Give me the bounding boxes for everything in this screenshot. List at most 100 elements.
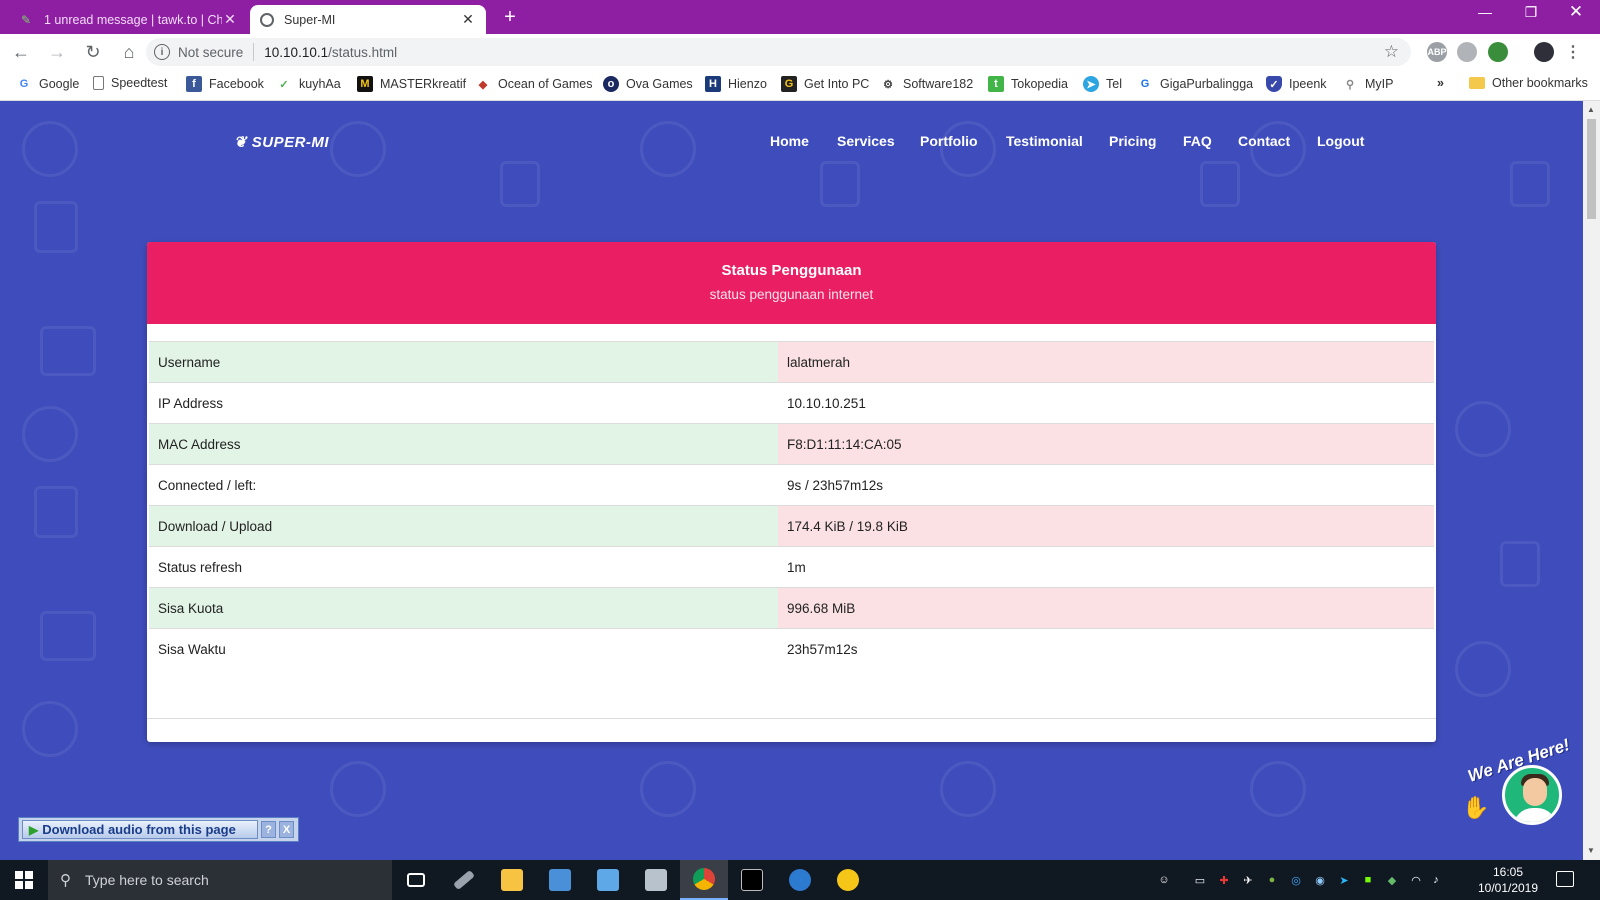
- forward-icon[interactable]: →: [42, 37, 72, 67]
- site-logo[interactable]: ❦ SUPER-MI: [234, 133, 329, 151]
- background-doodle: [1510, 161, 1550, 207]
- scroll-up-icon[interactable]: ▲: [1587, 105, 1595, 114]
- bookmark-label: Facebook: [209, 77, 264, 91]
- action-center-icon[interactable]: [1556, 871, 1574, 887]
- nvidia-icon[interactable]: ■: [1360, 872, 1376, 888]
- nav-contact[interactable]: Contact: [1238, 133, 1290, 149]
- nav-faq[interactable]: FAQ: [1183, 133, 1212, 149]
- nav-home[interactable]: Home: [770, 133, 809, 149]
- usb-icon[interactable]: [440, 860, 488, 900]
- bookmark-tel[interactable]: ➤ Tel: [1083, 76, 1122, 92]
- tab-tawk[interactable]: ✎ 1 unread message | tawk.to | Chat ✕: [8, 5, 248, 34]
- bookmark-ova-games[interactable]: o Ova Games: [603, 76, 693, 92]
- people-icon[interactable]: ☺: [1156, 872, 1172, 888]
- close-tab-icon[interactable]: ✕: [460, 11, 476, 28]
- bookmark-facebook[interactable]: f Facebook: [186, 76, 264, 92]
- chat-avatar[interactable]: [1502, 765, 1562, 825]
- task-view-icon[interactable]: [392, 860, 440, 900]
- chrome-icon[interactable]: [680, 860, 728, 900]
- nav-services[interactable]: Services: [837, 133, 895, 149]
- start-button[interactable]: [0, 860, 48, 900]
- page-scrollbar[interactable]: ▲ ▼: [1583, 101, 1600, 860]
- wings-icon: ❦: [234, 134, 248, 151]
- bookmark-tokopedia[interactable]: t Tokopedia: [988, 76, 1068, 92]
- download-audio-button[interactable]: ▶ Download audio from this page: [22, 820, 258, 839]
- restore-icon[interactable]: ❐: [1509, 4, 1553, 21]
- row-label: IP Address: [149, 382, 778, 424]
- nav-testimonial[interactable]: Testimonial: [1006, 133, 1083, 149]
- background-doodle: [1455, 401, 1511, 457]
- info-icon[interactable]: i: [154, 44, 170, 60]
- menu-icon[interactable]: ⋮: [1563, 42, 1583, 62]
- winbox-icon[interactable]: [776, 860, 824, 900]
- background-doodle: [1500, 541, 1540, 587]
- close-button[interactable]: X: [279, 821, 294, 838]
- system-clock[interactable]: 16:05 10/01/2019: [1474, 864, 1542, 896]
- bookmark-ipeenk[interactable]: ✓ Ipeenk: [1266, 76, 1327, 92]
- nav-pricing[interactable]: Pricing: [1109, 133, 1156, 149]
- status-card: Status Penggunaan status penggunaan inte…: [147, 242, 1436, 742]
- terminal-icon[interactable]: [728, 860, 776, 900]
- telegram-tray-icon[interactable]: ➤: [1336, 872, 1352, 888]
- remote-desktop-icon[interactable]: [584, 860, 632, 900]
- tab-super-mi[interactable]: Super-MI ✕: [250, 5, 486, 34]
- file-explorer-icon[interactable]: [488, 860, 536, 900]
- bookmark-get-into-pc[interactable]: G Get Into PC: [781, 76, 869, 92]
- other-bookmarks[interactable]: Other bookmarks: [1469, 76, 1588, 90]
- bookmark-hienzo[interactable]: H Hienzo: [705, 76, 767, 92]
- minimize-icon[interactable]: —: [1463, 4, 1507, 20]
- scrollbar-thumb[interactable]: [1587, 119, 1596, 219]
- new-tab-button[interactable]: +: [498, 6, 522, 29]
- bookmark-kuyhaa[interactable]: ✓ kuyhAa: [276, 76, 340, 92]
- table-row: Sisa Waktu 23h57m12s: [149, 628, 1434, 670]
- wifi-icon[interactable]: ◠: [1408, 872, 1424, 888]
- computer-icon[interactable]: [536, 860, 584, 900]
- help-button[interactable]: ?: [261, 821, 276, 838]
- reload-icon[interactable]: ↻: [78, 37, 108, 67]
- bookmark-ocean-of-games[interactable]: ◆ Ocean of Games: [475, 76, 593, 92]
- scroll-down-icon[interactable]: ▼: [1587, 846, 1595, 855]
- abp-icon[interactable]: ABP: [1427, 42, 1447, 62]
- bookmark-software182[interactable]: ⚙ Software182: [880, 76, 973, 92]
- ghost-icon[interactable]: [1457, 42, 1477, 62]
- taskbar-search[interactable]: ⚲ Type here to search: [48, 860, 392, 900]
- chat-tray-icon[interactable]: ◉: [1312, 872, 1328, 888]
- bookmark-myip[interactable]: ⚲ MyIP: [1342, 76, 1394, 92]
- background-doodle: [820, 161, 860, 207]
- back-icon[interactable]: ←: [6, 37, 36, 67]
- tawk-icon: ✎: [20, 12, 32, 27]
- table-row: Connected / left: 9s / 23h57m12s: [149, 464, 1434, 506]
- globe-extension-icon[interactable]: [1488, 42, 1508, 62]
- network-share-icon[interactable]: ✈: [1240, 872, 1256, 888]
- nav-portfolio[interactable]: Portfolio: [920, 133, 978, 149]
- app-tray-icon[interactable]: ◆: [1384, 872, 1400, 888]
- security-tray-icon[interactable]: ✚: [1216, 872, 1232, 888]
- bookmark-star-icon[interactable]: ☆: [1384, 42, 1399, 62]
- home-icon[interactable]: ⌂: [114, 37, 144, 67]
- nav-logout[interactable]: Logout: [1317, 133, 1364, 149]
- sync-tray-icon[interactable]: ◎: [1288, 872, 1304, 888]
- bookmarks-overflow-button[interactable]: »: [1437, 76, 1444, 90]
- bookmark-speedtest[interactable]: Speedtest: [93, 76, 167, 90]
- volume-icon[interactable]: ♪: [1428, 872, 1444, 888]
- keyboard-icon[interactable]: ▭: [1192, 872, 1208, 888]
- security-label[interactable]: Not secure: [178, 45, 243, 60]
- lock-app-icon[interactable]: [824, 860, 872, 900]
- bookmark-google[interactable]: G Google: [16, 76, 80, 92]
- address-bar[interactable]: i Not secure 10.10.10.1/status.html ☆: [146, 38, 1411, 66]
- close-tab-icon[interactable]: ✕: [222, 11, 238, 28]
- globe-tray-icon[interactable]: ●: [1264, 872, 1280, 888]
- app-icon[interactable]: [632, 860, 680, 900]
- bookmark-label: Ocean of Games: [498, 77, 593, 91]
- close-window-icon[interactable]: ✕: [1554, 2, 1598, 22]
- bookmark-masterkreatif[interactable]: M MASTERkreatif: [357, 76, 466, 92]
- getintopc-icon: G: [781, 76, 797, 92]
- background-doodle: [640, 761, 696, 817]
- profile-avatar[interactable]: [1534, 42, 1554, 62]
- folder-icon: [1469, 77, 1485, 89]
- url-host[interactable]: 10.10.10.1: [264, 45, 328, 60]
- avatar-face: [1523, 778, 1547, 806]
- card-subtitle: status penggunaan internet: [709, 287, 874, 302]
- url-path[interactable]: /status.html: [328, 45, 397, 60]
- bookmark-gigapurbalingga[interactable]: G GigaPurbalingga: [1137, 76, 1253, 92]
